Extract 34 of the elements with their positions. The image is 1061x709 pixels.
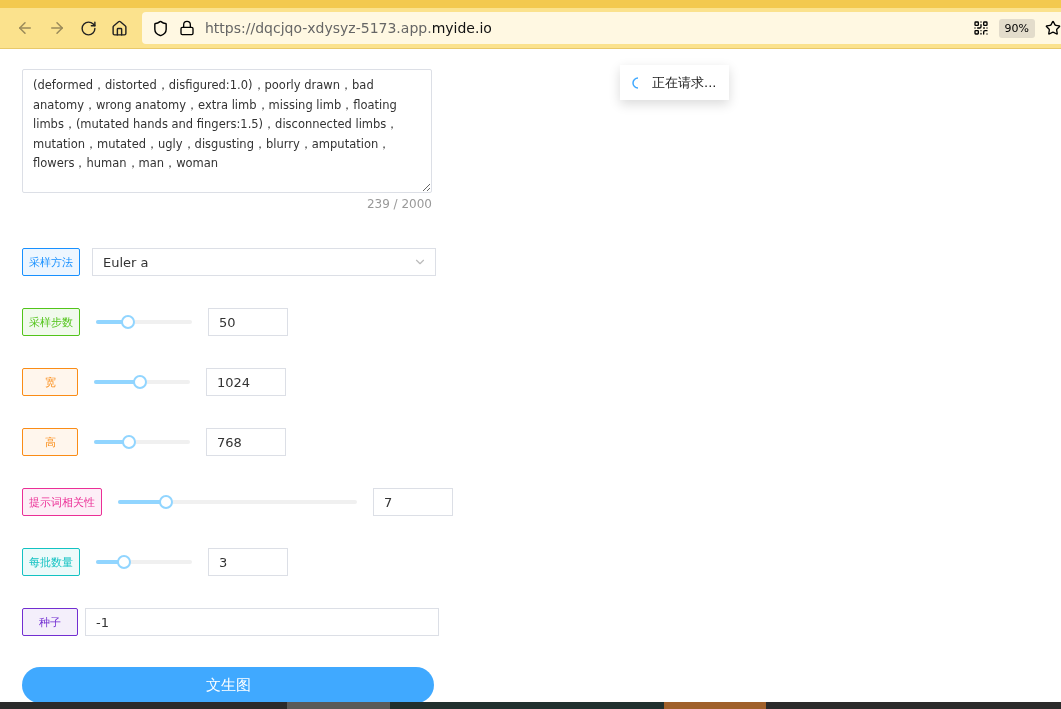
seed-input[interactable]: -1: [85, 608, 439, 636]
slider-handle[interactable]: [133, 375, 148, 389]
slider-handle[interactable]: [158, 495, 173, 509]
number-input[interactable]: 1024: [206, 368, 286, 396]
number-input[interactable]: 768: [206, 428, 286, 456]
sampler-select[interactable]: Euler a: [92, 248, 436, 276]
reload-icon[interactable]: [80, 19, 97, 37]
field-label: 高: [22, 428, 78, 456]
back-icon[interactable]: [16, 19, 34, 37]
field-label: 宽: [22, 368, 78, 396]
spinner-icon: [632, 76, 640, 89]
shield-icon: [152, 19, 169, 37]
number-input[interactable]: 3: [208, 548, 288, 576]
field-label: 提示词相关性: [22, 488, 102, 516]
address-bar[interactable]: https://dqcjqo-xdysyz-5173.app.myide.io 90%: [142, 12, 1061, 44]
number-input[interactable]: 7: [373, 488, 453, 516]
field-label: 采样步数: [22, 308, 80, 336]
forward-icon[interactable]: [48, 19, 66, 37]
slider-handle[interactable]: [120, 315, 135, 329]
field-label: 每批数量: [22, 548, 80, 576]
slider-handle[interactable]: [121, 435, 136, 449]
url-text: https://dqcjqo-xdysyz-5173.app.myide.io: [205, 20, 493, 36]
number-input[interactable]: 50: [208, 308, 288, 336]
qr-code-icon[interactable]: [972, 20, 989, 36]
slider-handle[interactable]: [116, 555, 131, 569]
field-label: 采样方法: [22, 248, 80, 276]
character-count: 239 / 2000: [365, 197, 432, 211]
lock-icon: [179, 20, 195, 36]
toast-text: 正在请求...: [652, 73, 717, 92]
star-icon[interactable]: [1045, 20, 1061, 36]
field-label: 种子: [22, 608, 78, 636]
home-icon[interactable]: [111, 19, 128, 37]
prompt-textarea[interactable]: (deformed，distorted，disfigured:1.0)，poorly drawn，bad anatomy，wrong anatomy，extra limb，missing limb，floating limbs，(mutated hands and fingers:1.5)，disconnected limbs，mutation，mutated，ugly，disgusting，blurry，amputation，flowers，human，man，woman: [22, 69, 432, 193]
zoom-level[interactable]: 90%: [998, 18, 1035, 38]
